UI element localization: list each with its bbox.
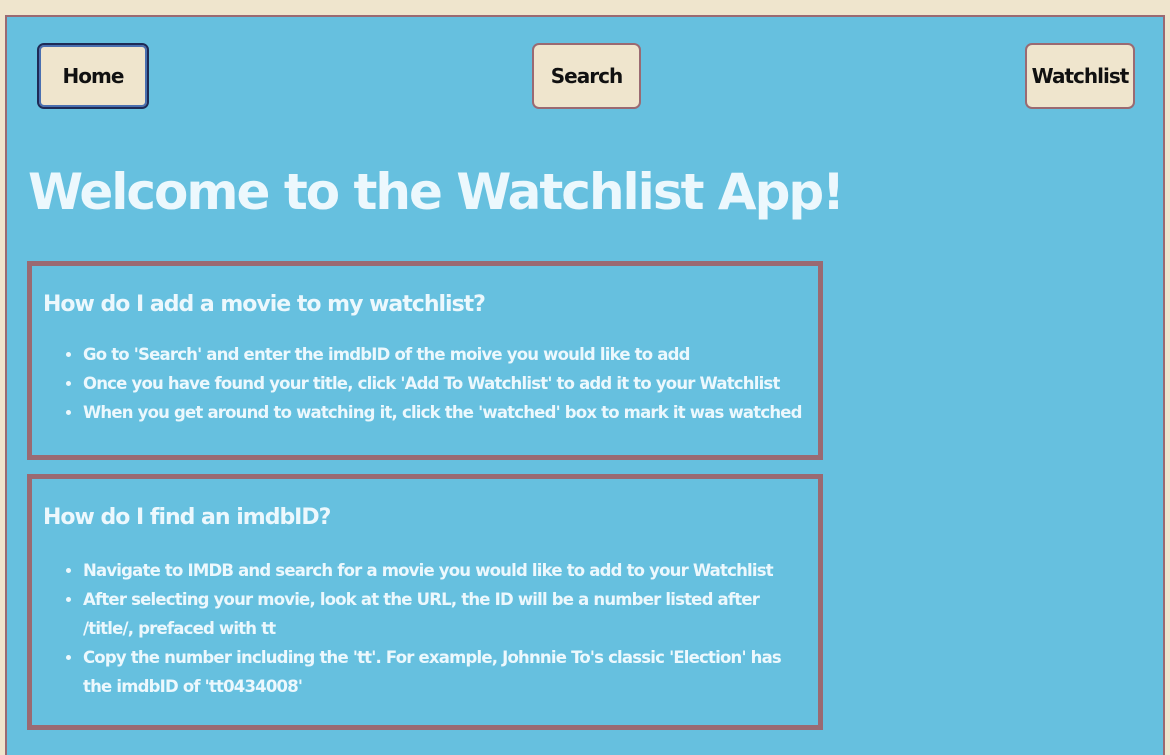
- watchlist-button[interactable]: Watchlist: [1025, 43, 1135, 109]
- faq-answer-item: Copy the number including the 'tt'. For …: [83, 643, 810, 701]
- page-title: Welcome to the Watchlist App!: [28, 163, 845, 221]
- faq-question: How do I add a movie to my watchlist?: [43, 292, 486, 317]
- faq-answer-item: Go to 'Search' and enter the imdbID of t…: [83, 340, 810, 369]
- faq-answer-list: Go to 'Search' and enter the imdbID of t…: [43, 340, 810, 427]
- home-button[interactable]: Home: [37, 43, 149, 109]
- faq-question: How do I find an imdbID?: [43, 505, 331, 530]
- faq-answer-item: When you get around to watching it, clic…: [83, 398, 810, 427]
- faq-find-imdbid: How do I find an imdbID? Navigate to IMD…: [27, 474, 823, 730]
- faq-answer-item: Once you have found your title, click 'A…: [83, 369, 810, 398]
- faq-answer-item: Navigate to IMDB and search for a movie …: [83, 556, 810, 585]
- search-button[interactable]: Search: [532, 43, 641, 109]
- app-container: Home Search Watchlist Welcome to the Wat…: [5, 15, 1165, 755]
- faq-add-movie: How do I add a movie to my watchlist? Go…: [27, 261, 823, 460]
- faq-answer-item: After selecting your movie, look at the …: [83, 585, 810, 643]
- faq-answer-list: Navigate to IMDB and search for a movie …: [43, 556, 810, 701]
